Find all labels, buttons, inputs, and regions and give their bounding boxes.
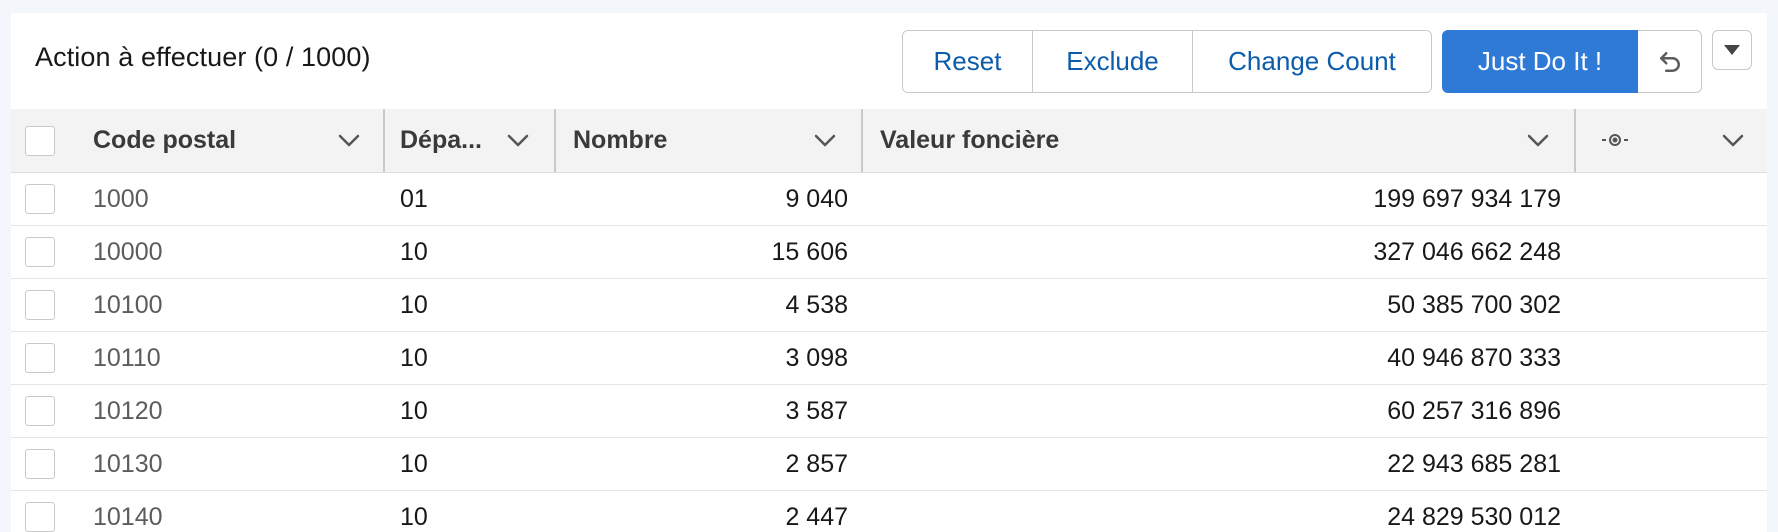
cell-valeur: 199 697 934 179 <box>1373 184 1561 213</box>
column-header-departement[interactable]: Dépa... <box>385 109 556 172</box>
table-row[interactable]: 10100 10 4 538 50 385 700 302 <box>11 279 1767 332</box>
cell-actions <box>1576 438 1767 490</box>
cell-actions <box>1576 332 1767 384</box>
cell-nombre: 15 606 <box>771 237 848 266</box>
row-checkbox[interactable] <box>24 237 55 267</box>
cell-nombre: 2 447 <box>785 502 848 531</box>
list-view-panel: Action à effectuer (0 / 1000) Reset Excl… <box>11 13 1767 532</box>
cell-departement: 10 <box>400 343 428 372</box>
cell-nombre: 3 587 <box>785 396 848 425</box>
cell-actions <box>1576 226 1767 278</box>
column-header-code-postal[interactable]: Code postal <box>68 109 385 172</box>
cell-departement: 10 <box>400 237 428 266</box>
chevron-down-icon[interactable] <box>1524 127 1552 155</box>
cell-code-postal: 1000 <box>93 184 149 213</box>
cell-valeur: 327 046 662 248 <box>1373 237 1561 266</box>
cell-departement: 10 <box>400 396 428 425</box>
select-all-checkbox[interactable] <box>24 125 55 156</box>
exclude-button[interactable]: Exclude <box>1033 31 1193 92</box>
table-row[interactable]: 10120 10 3 587 60 257 316 896 <box>11 385 1767 438</box>
row-select-cell <box>11 332 68 384</box>
cell-actions <box>1576 385 1767 437</box>
table-row[interactable]: 10130 10 2 857 22 943 685 281 <box>11 438 1767 491</box>
row-select-cell <box>11 385 68 437</box>
cell-actions <box>1576 173 1767 225</box>
column-header-actions[interactable] <box>1576 109 1767 172</box>
more-actions-button[interactable] <box>1712 30 1752 70</box>
chevron-down-icon[interactable] <box>335 127 363 155</box>
row-checkbox[interactable] <box>24 184 55 214</box>
header-select-all <box>11 109 68 172</box>
page-title: Action à effectuer (0 / 1000) <box>35 42 371 72</box>
cell-nombre: 9 040 <box>785 184 848 213</box>
table-row[interactable]: 1000 01 9 040 199 697 934 179 <box>11 173 1767 226</box>
just-do-it-button[interactable]: Just Do It ! <box>1442 30 1638 93</box>
table-row[interactable]: 10110 10 3 098 40 946 870 333 <box>11 332 1767 385</box>
table-header: Code postal Dépa... Nombre Valeur fonciè… <box>11 109 1767 173</box>
table-row[interactable]: 10000 10 15 606 327 046 662 248 <box>11 226 1767 279</box>
cell-code-postal: 10140 <box>93 502 163 531</box>
table-row[interactable]: 10140 10 2 447 24 829 530 012 <box>11 491 1767 532</box>
cell-valeur: 24 829 530 012 <box>1387 502 1561 531</box>
column-label: Dépa... <box>400 126 482 154</box>
column-header-nombre[interactable]: Nombre <box>556 109 863 172</box>
row-checkbox[interactable] <box>24 502 55 532</box>
cell-actions <box>1576 279 1767 331</box>
row-select-cell <box>11 491 68 532</box>
row-select-cell <box>11 438 68 490</box>
cell-departement: 01 <box>400 184 428 213</box>
cell-actions <box>1576 491 1767 532</box>
change-count-button[interactable]: Change Count <box>1193 31 1431 92</box>
row-checkbox[interactable] <box>24 396 55 426</box>
cell-nombre: 3 098 <box>785 343 848 372</box>
cell-valeur: 50 385 700 302 <box>1387 290 1561 319</box>
column-header-valeur-fonciere[interactable]: Valeur foncière <box>863 109 1576 172</box>
undo-button[interactable] <box>1638 30 1702 93</box>
row-checkbox[interactable] <box>24 290 55 320</box>
target-icon <box>1600 126 1630 155</box>
row-checkbox[interactable] <box>24 343 55 373</box>
cell-code-postal: 10110 <box>93 343 161 372</box>
cell-code-postal: 10120 <box>93 396 163 425</box>
cell-valeur: 40 946 870 333 <box>1387 343 1561 372</box>
cell-departement: 10 <box>400 449 428 478</box>
row-select-cell <box>11 173 68 225</box>
data-table: Code postal Dépa... Nombre Valeur fonciè… <box>11 109 1767 532</box>
cell-valeur: 60 257 316 896 <box>1387 396 1561 425</box>
caret-down-icon <box>1724 45 1740 55</box>
row-select-cell <box>11 279 68 331</box>
reset-button[interactable]: Reset <box>903 31 1033 92</box>
cell-valeur: 22 943 685 281 <box>1387 449 1561 478</box>
chevron-down-icon[interactable] <box>504 127 532 155</box>
cell-code-postal: 10000 <box>93 237 163 266</box>
column-label: Nombre <box>573 126 668 154</box>
row-select-cell <box>11 226 68 278</box>
cell-code-postal: 10130 <box>93 449 163 478</box>
row-checkbox[interactable] <box>24 449 55 479</box>
chevron-down-icon[interactable] <box>1719 127 1747 155</box>
cell-departement: 10 <box>400 290 428 319</box>
column-label: Code postal <box>93 126 237 154</box>
chevron-down-icon[interactable] <box>811 127 839 155</box>
column-label: Valeur foncière <box>880 126 1060 154</box>
table-body: 1000 01 9 040 199 697 934 179 10000 10 1… <box>11 173 1767 532</box>
cell-departement: 10 <box>400 502 428 531</box>
cell-nombre: 2 857 <box>785 449 848 478</box>
cell-nombre: 4 538 <box>785 290 848 319</box>
action-button-group: Reset Exclude Change Count <box>902 30 1432 93</box>
cell-code-postal: 10100 <box>93 290 163 319</box>
undo-icon <box>1659 51 1680 72</box>
